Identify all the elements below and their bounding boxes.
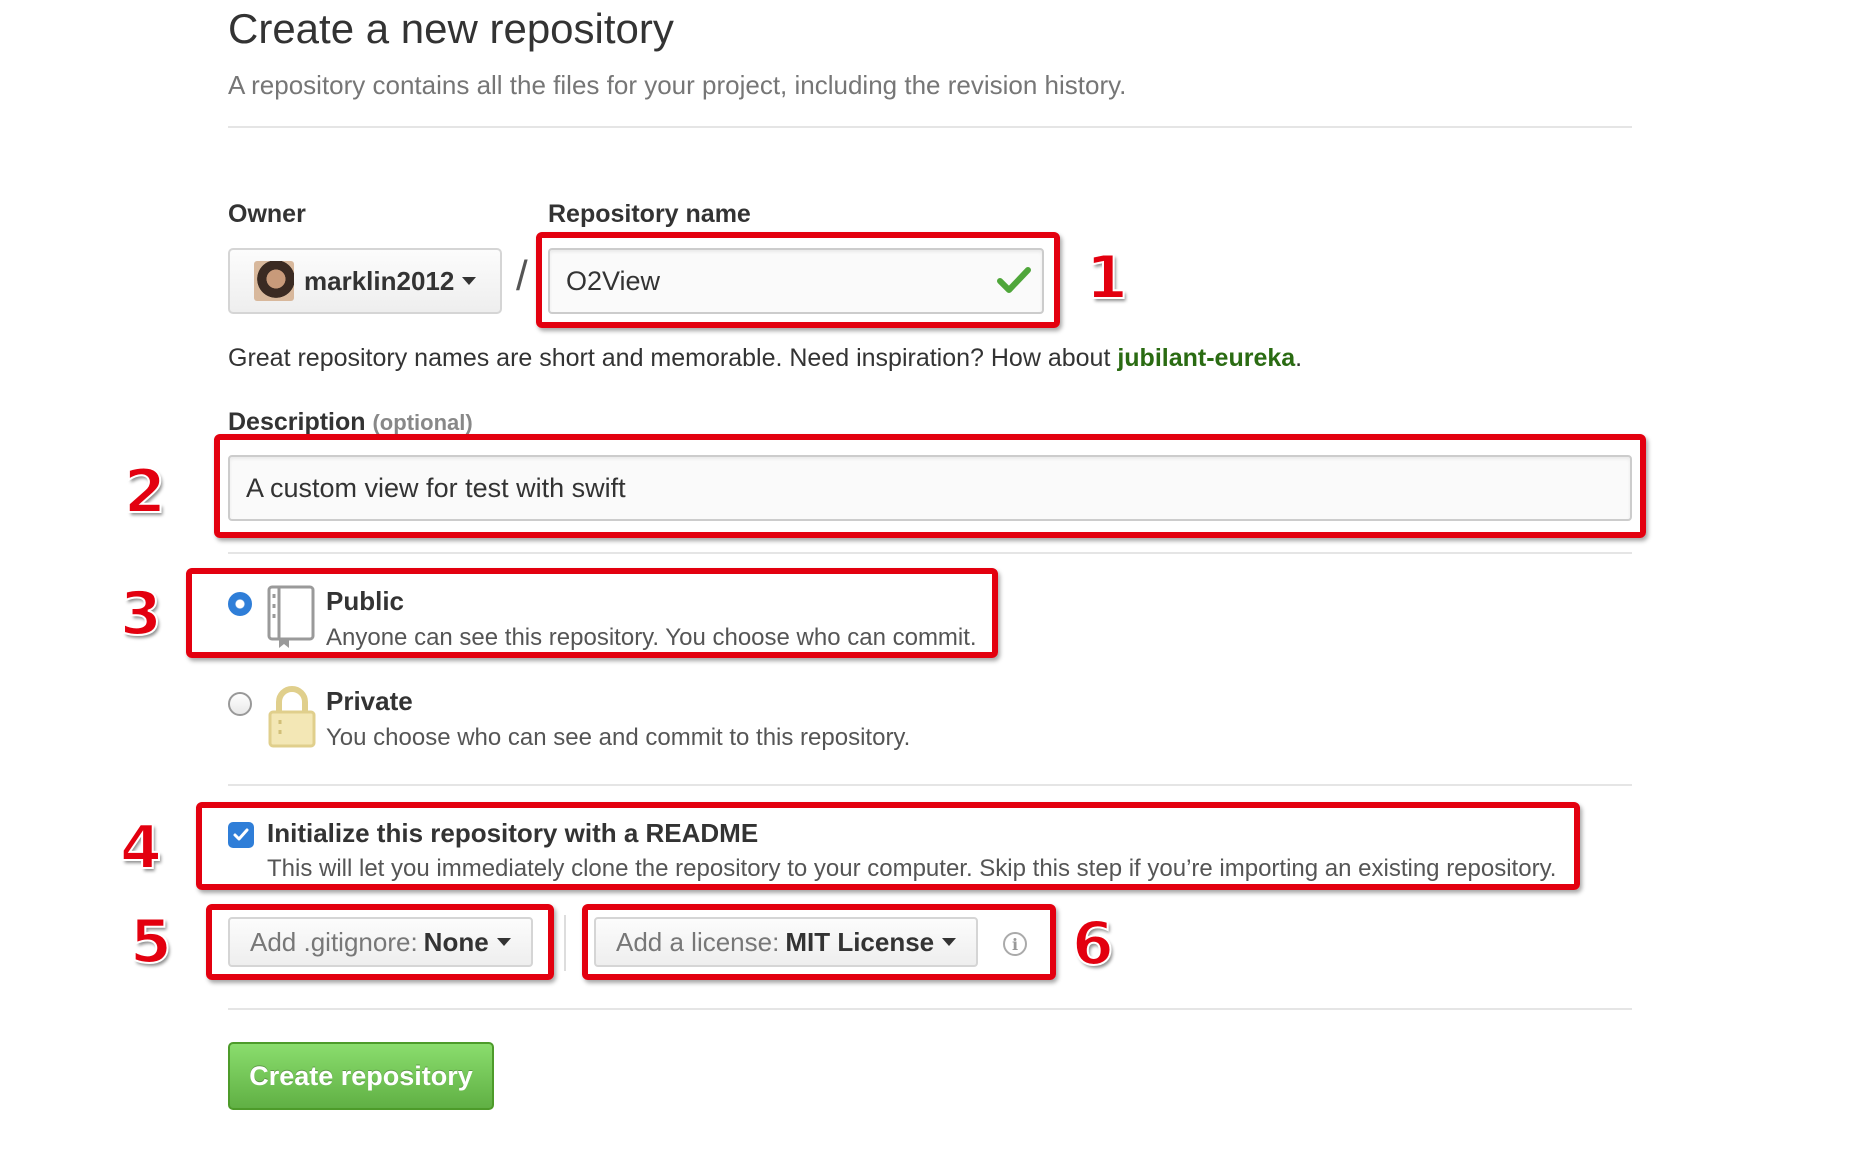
owner-select[interactable]: marklin2012 [228, 248, 502, 314]
dropdown-separator [564, 915, 566, 971]
page-subtitle: A repository contains all the files for … [228, 70, 1127, 100]
annotation-number-4: 4 [119, 813, 163, 883]
create-repository-button[interactable]: Create repository [228, 1042, 494, 1110]
lock-icon [268, 686, 316, 748]
description-divider [228, 552, 1632, 554]
name-suggestion-link[interactable]: jubilant-eureka [1117, 344, 1295, 372]
options-divider [228, 1008, 1632, 1010]
annotation-box-2 [214, 434, 1646, 538]
annotation-number-5: 5 [129, 907, 173, 977]
avatar [254, 261, 294, 301]
annotation-box-1 [536, 232, 1060, 328]
header-divider [228, 126, 1632, 128]
private-radio[interactable] [228, 692, 252, 716]
optional-label: (optional) [372, 410, 473, 435]
page-title: Create a new repository [228, 5, 674, 52]
owner-repo-separator: / [516, 252, 528, 299]
owner-value: marklin2012 [304, 265, 455, 296]
annotation-number-3: 3 [119, 579, 163, 649]
owner-label: Owner [228, 200, 306, 228]
description-label: Description (optional) [228, 408, 473, 437]
description-label-text: Description [228, 408, 366, 436]
hint-suffix: . [1295, 344, 1303, 372]
annotation-number-1: 1 [1085, 243, 1129, 313]
private-title: Private [326, 686, 413, 716]
hint-text: Great repository names are short and mem… [228, 344, 1118, 372]
annotation-number-2: 2 [123, 457, 167, 527]
repo-name-label: Repository name [548, 200, 751, 228]
repo-name-hint: Great repository names are short and mem… [228, 344, 1302, 373]
annotation-box-6 [582, 904, 1056, 980]
annotation-box-5 [206, 904, 554, 980]
annotation-box-3 [186, 568, 998, 658]
annotation-number-6: 6 [1071, 909, 1115, 979]
annotation-box-4 [196, 802, 1580, 890]
private-desc: You choose who can see and commit to thi… [326, 724, 911, 751]
chevron-down-icon [462, 277, 477, 285]
visibility-divider [228, 784, 1632, 786]
